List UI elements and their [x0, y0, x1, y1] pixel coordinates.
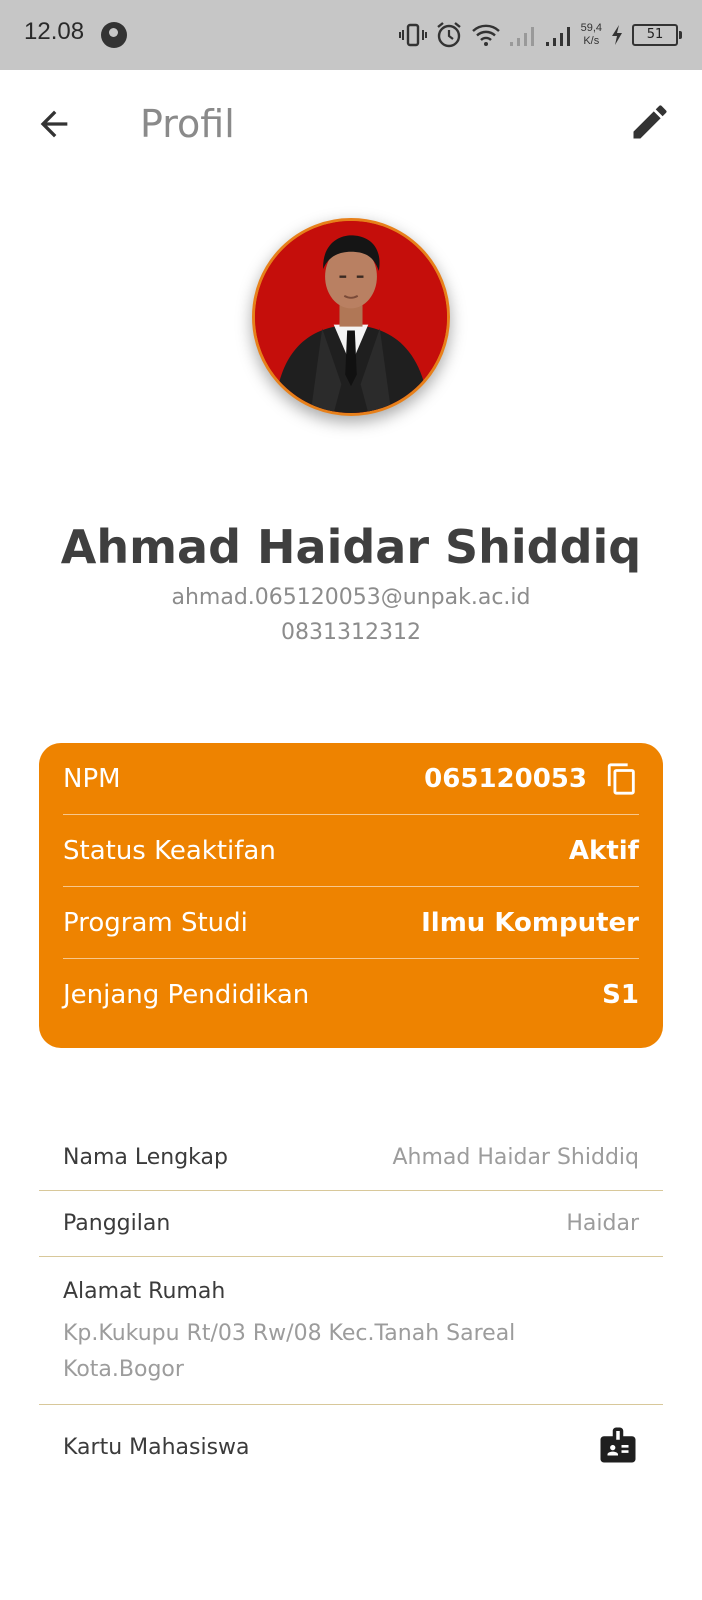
id-badge-icon	[600, 1427, 636, 1463]
signal-icon	[545, 27, 570, 46]
status-value: Aktif	[568, 835, 639, 866]
app-notification-icon	[101, 22, 127, 48]
address-label: Alamat Rumah	[63, 1279, 226, 1304]
arrow-back-icon	[40, 110, 68, 138]
wifi-icon	[471, 24, 500, 46]
vibrate-icon	[398, 23, 427, 47]
person-photo	[255, 221, 447, 413]
npm-label: NPM	[63, 763, 121, 794]
status-label: Status Keaktifan	[63, 835, 276, 866]
profile-email: ahmad.065120053@unpak.ac.id	[171, 585, 531, 610]
list-item-nickname[interactable]: Panggilan Haidar	[39, 1191, 663, 1257]
npm-value: 065120053	[424, 763, 587, 794]
card-row-status: Status Keaktifan Aktif	[63, 815, 639, 887]
card-row-npm: NPM 065120053	[63, 743, 639, 815]
profile-details-list: Nama Lengkap Ahmad Haidar Shiddiq Panggi…	[39, 1125, 663, 1489]
status-bar: 12.08 59,4 K/s 51	[0, 0, 702, 70]
alarm-icon	[436, 22, 461, 48]
npm-value-wrap: 065120053	[424, 762, 639, 796]
pencil-icon	[633, 105, 667, 139]
address-line-1: Kp.Kukupu Rt/03 Rw/08 Kec.Tanah Sareal	[63, 1321, 516, 1346]
address-value: Kp.Kukupu Rt/03 Rw/08 Kec.Tanah Sareal K…	[63, 1316, 639, 1388]
back-button[interactable]	[34, 104, 74, 144]
charging-icon	[612, 25, 622, 45]
academic-info-card: NPM 065120053 Status Keaktifan Aktif Pro…	[39, 743, 663, 1048]
student-card-label: Kartu Mahasiswa	[63, 1434, 250, 1460]
battery-level: 51	[632, 24, 682, 46]
profile-phone: 0831312312	[281, 620, 421, 645]
signal-weak-icon	[509, 27, 534, 46]
program-label: Program Studi	[63, 907, 248, 938]
card-row-program: Program Studi Ilmu Komputer	[63, 887, 639, 959]
net-speed: 59,4 K/s	[580, 22, 602, 47]
level-value: S1	[602, 980, 639, 1010]
copy-button[interactable]	[605, 762, 639, 796]
status-icons: 59,4 K/s 51	[398, 18, 682, 52]
full-name-label: Nama Lengkap	[63, 1145, 228, 1170]
status-time: 12.08	[24, 18, 85, 45]
student-card-button[interactable]	[597, 1424, 639, 1470]
nickname-label: Panggilan	[63, 1211, 171, 1236]
nickname-value: Haidar	[566, 1211, 639, 1236]
profile-name: Ahmad Haidar Shiddiq	[60, 520, 642, 574]
app-bar: Profil	[0, 70, 702, 180]
edit-profile-button[interactable]	[628, 100, 672, 144]
card-row-level: Jenjang Pendidikan S1	[63, 959, 639, 1031]
program-value: Ilmu Komputer	[421, 907, 639, 938]
address-line-2: Kota.Bogor	[63, 1357, 184, 1382]
list-item-student-card[interactable]: Kartu Mahasiswa	[39, 1405, 663, 1489]
list-item-address[interactable]: Alamat Rumah Kp.Kukupu Rt/03 Rw/08 Kec.T…	[39, 1257, 663, 1405]
level-label: Jenjang Pendidikan	[63, 980, 310, 1010]
page-title: Profil	[140, 102, 235, 146]
profile-avatar	[252, 218, 450, 416]
full-name-value: Ahmad Haidar Shiddiq	[392, 1145, 639, 1170]
copy-icon	[607, 762, 635, 795]
list-item-full-name[interactable]: Nama Lengkap Ahmad Haidar Shiddiq	[39, 1125, 663, 1191]
